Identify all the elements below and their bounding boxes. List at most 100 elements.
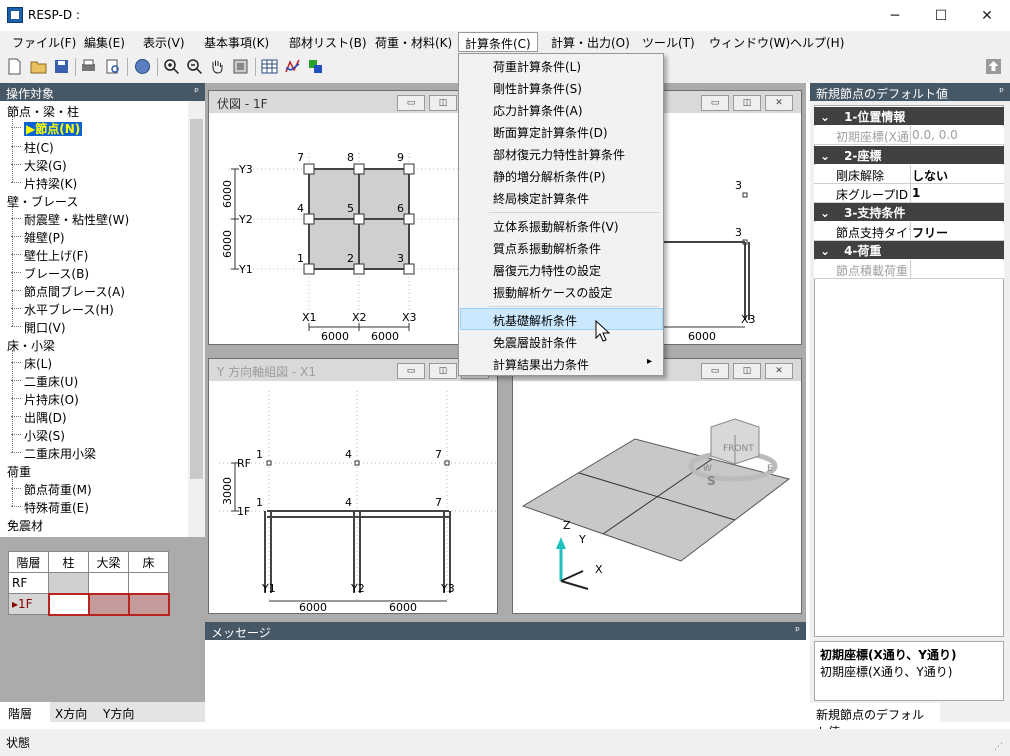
maximize-button[interactable]: ☐ [918, 0, 964, 31]
tree-category[interactable]: 壁・ブレース [7, 193, 78, 210]
tab-x-direction[interactable]: X方向 [55, 705, 87, 722]
tree-item[interactable]: 片持梁(K) [10, 175, 77, 192]
tree-item[interactable]: ブレース(B) [11, 265, 89, 282]
menu-item-story-hysteresis[interactable]: 層復元力特性の設定 [493, 262, 601, 279]
globe-icon[interactable] [134, 58, 151, 75]
pin-icon[interactable]: ᵖ [795, 624, 800, 637]
floor-label-current[interactable]: ▸1F [8, 593, 49, 615]
menu-basic[interactable]: 基本事項(K) [204, 34, 269, 51]
child-minimize-button[interactable]: ▭ [701, 363, 729, 379]
child-restore-button[interactable]: ◫ [733, 363, 761, 379]
tree-item[interactable]: 出隅(D) [11, 409, 67, 426]
child-restore-button[interactable]: ◫ [429, 363, 457, 379]
menu-item-mass-vibration[interactable]: 質点系振動解析条件 [493, 240, 601, 257]
table-cell[interactable] [87, 592, 130, 616]
menu-edit[interactable]: 編集(E) [84, 34, 125, 51]
pin-icon[interactable]: ᵖ [999, 85, 1004, 98]
tree-item[interactable]: 二重床(U) [10, 373, 78, 390]
upload-arrow-icon[interactable] [985, 58, 1002, 75]
menu-item-vibration-cases[interactable]: 振動解析ケースの設定 [493, 284, 612, 301]
pin-icon[interactable]: ᵖ [194, 85, 199, 98]
tree-item[interactable]: 雑壁(P) [11, 229, 65, 246]
y-frame-drawing[interactable]: RF 1F 1 4 7 1 4 7 Y1 Y2 Y3 3000 6000 600… [209, 381, 497, 613]
print-preview-icon[interactable] [104, 58, 121, 75]
tree-item[interactable]: 節点荷重(M) [11, 481, 92, 498]
tree-category[interactable]: 荷重 [7, 463, 31, 480]
table-icon[interactable] [261, 58, 278, 75]
resize-grip-icon[interactable]: ⋰ [994, 742, 1003, 752]
tree-item-node[interactable]: ▶節点(N) [10, 120, 83, 137]
layers-icon[interactable] [307, 58, 324, 75]
table-cell[interactable] [88, 572, 129, 594]
menu-help[interactable]: ヘルプ(H) [790, 34, 844, 51]
tree-item[interactable]: 耐震壁・粘性壁(W) [10, 211, 129, 228]
property-row[interactable]: 節点支持タイプフリー [814, 222, 1004, 241]
graph-icon[interactable] [284, 58, 301, 75]
print-icon[interactable] [80, 58, 97, 75]
child-close-button[interactable]: ✕ [765, 95, 793, 111]
property-row[interactable]: 床グループID 1 [814, 184, 1004, 203]
tree-category[interactable]: 節点・梁・柱 [7, 103, 79, 120]
menu-calc-conditions[interactable]: 計算条件(C) [458, 32, 538, 52]
child-minimize-button[interactable]: ▭ [397, 363, 425, 379]
menu-view[interactable]: 表示(V) [143, 34, 185, 51]
property-group[interactable]: ⌄ 4-荷重 [814, 241, 1004, 259]
menu-item-isolation-design[interactable]: 免震層設計条件 [493, 334, 577, 351]
menu-calc-output[interactable]: 計算・出力(O) [551, 34, 630, 51]
tab-floor[interactable]: 階層 [0, 702, 50, 722]
scrollbar-thumb[interactable] [190, 119, 203, 479]
tab-y-direction[interactable]: Y方向 [103, 705, 134, 722]
menu-item-section-calc[interactable]: 断面算定計算条件(D) [493, 124, 608, 141]
table-cell[interactable] [128, 572, 169, 594]
tree-item[interactable]: 水平ブレース(H) [11, 301, 114, 318]
tree-item[interactable]: 大梁(G) [11, 157, 67, 174]
child-minimize-button[interactable]: ▭ [397, 95, 425, 111]
tree-item[interactable]: 壁仕上げ(F) [10, 247, 88, 264]
menu-item-stiffness-calc[interactable]: 剛性計算条件(S) [493, 80, 582, 97]
table-cell[interactable] [48, 572, 89, 594]
table-cell[interactable] [47, 592, 90, 616]
property-group[interactable]: ⌄ 3-支持条件 [814, 203, 1004, 221]
tree-scrollbar[interactable] [188, 101, 205, 537]
menu-item-3d-vibration[interactable]: 立体系振動解析条件(V) [493, 218, 619, 235]
tree-item[interactable]: 片持床(O) [11, 391, 79, 408]
tab-default-values[interactable]: 新規節点のデフォルト値 [810, 703, 940, 739]
tree-item[interactable]: 二重床用小梁 [10, 445, 96, 462]
child-restore-button[interactable]: ◫ [429, 95, 457, 111]
plan-view-window[interactable]: 伏図 - 1F ▭ ◫ ✕ 7 8 9 4 5 6 1 2 3 Y3 [208, 90, 498, 345]
zoom-in-icon[interactable] [163, 58, 180, 75]
menu-tools[interactable]: ツール(T) [642, 34, 695, 51]
minimize-button[interactable]: ─ [872, 0, 918, 31]
property-row[interactable]: 初期座標(X通 0.0, 0.0 [814, 126, 1004, 145]
menu-load-material[interactable]: 荷重・材料(K) [375, 34, 452, 51]
zoom-out-icon[interactable] [186, 58, 203, 75]
save-icon[interactable] [53, 58, 70, 75]
tree-item[interactable]: 節点間ブレース(A) [11, 283, 125, 300]
tree-item[interactable]: 開口(V) [11, 319, 66, 336]
menu-item-output-conditions[interactable]: 計算結果出力条件 [493, 356, 589, 373]
menu-item-pushover[interactable]: 静的増分解析条件(P) [493, 168, 606, 185]
tree-item[interactable]: 床(L) [10, 355, 52, 372]
y-frame-window[interactable]: Y 方向軸組図 - X1 ▭ ◫ ✕ RF 1F 1 4 7 1 4 7 Y1 … [208, 358, 498, 614]
tree-item[interactable]: 小梁(S) [11, 427, 65, 444]
property-group[interactable]: ⌄ 1-位置情報 [814, 107, 1004, 125]
property-row[interactable]: 剛床解除 しない [814, 165, 1004, 184]
menu-item-stress-calc[interactable]: 応力計算条件(A) [493, 102, 583, 119]
menu-file[interactable]: ファイル(F) [12, 34, 76, 51]
3d-drawing[interactable]: FRONT W S E Z Y X [513, 381, 801, 613]
property-group[interactable]: ⌄ 2-座標 [814, 146, 1004, 164]
menu-member-list[interactable]: 部材リスト(B) [289, 34, 367, 51]
new-file-icon[interactable] [6, 58, 23, 75]
menu-item-load-calc[interactable]: 荷重計算条件(L) [493, 58, 581, 75]
tree-item[interactable]: 特殊荷重(E) [11, 499, 89, 516]
property-row[interactable]: 節点積載荷重 [814, 260, 1004, 279]
floor-label[interactable]: RF [8, 572, 49, 594]
fit-view-icon[interactable] [232, 58, 249, 75]
menu-item-member-hysteresis[interactable]: 部材復元力特性計算条件 [493, 146, 625, 163]
menu-item-ultimate-check[interactable]: 終局検定計算条件 [493, 190, 589, 207]
tree-category[interactable]: 免震材 [7, 517, 43, 534]
table-cell[interactable] [127, 592, 170, 616]
pan-hand-icon[interactable] [209, 58, 226, 75]
tree-category[interactable]: 床・小梁 [7, 337, 55, 354]
tree-item[interactable]: 柱(C) [11, 139, 54, 156]
